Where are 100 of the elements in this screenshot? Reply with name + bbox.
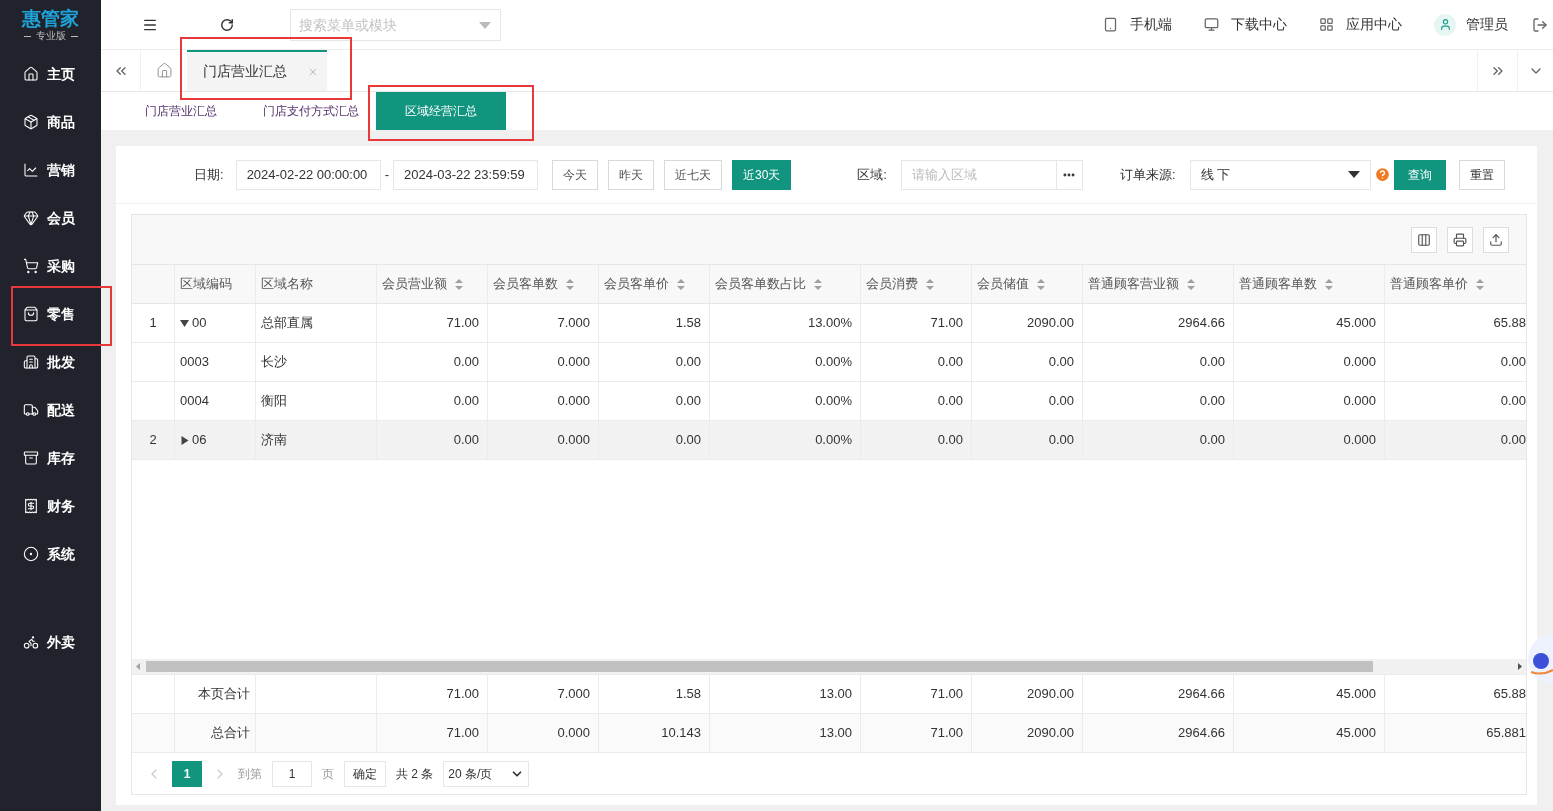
sidebar-item[interactable]: 营销 [0, 146, 101, 194]
sidebar-item[interactable]: 批发 [0, 338, 101, 386]
table-cell-text: 2090.00 [1027, 314, 1074, 333]
top-link[interactable]: 下载中心 [1204, 14, 1287, 35]
date-to-field[interactable]: 2024-03-22 23:59:59 [392, 159, 538, 190]
column-header: 会员消费 [866, 275, 918, 294]
export-icon[interactable] [1483, 226, 1509, 253]
receipt-icon [23, 498, 39, 514]
date-range-button[interactable]: 今天 [551, 159, 598, 190]
sub-tab[interactable]: 门店营业汇总 [145, 92, 217, 130]
sub-tab[interactable]: 区域经营汇总 [376, 92, 506, 130]
page-tab[interactable]: 门店营业汇总 [187, 50, 327, 91]
total-count: 共 2 条 [396, 765, 434, 783]
horizontal-scrollbar[interactable] [132, 659, 1526, 674]
date-range-button[interactable]: 近七天 [663, 159, 722, 190]
table-cell-text: 0.00 [1500, 392, 1526, 411]
table-cell-text: 0.00 [1048, 392, 1074, 411]
top-link[interactable]: 手机端 [1103, 14, 1172, 35]
table-row[interactable]: 0004 衡阳 0.00 0.000 0.00 0.00% 0.00 0.00 0.00 0.000 0.00 [132, 382, 1526, 421]
table-cell-text: 0003 [180, 353, 209, 372]
page-button[interactable]: 1 [172, 760, 202, 787]
sort-icon[interactable] [1037, 278, 1045, 290]
date-range-button[interactable]: 近30天 [731, 159, 792, 190]
page-size-select[interactable]: 20 条/页 [443, 760, 530, 787]
table-cell-text: 0.00% [815, 392, 852, 411]
table-cell-text: 10.143 [661, 724, 701, 743]
reset-button[interactable]: 重置 [1458, 159, 1505, 190]
table-cell-text: 0.00 [675, 392, 701, 411]
table-cell-text: 总部直属 [261, 314, 313, 333]
table-cell-text: 65.881 [1486, 724, 1526, 743]
table-cell-text: 71.00 [930, 724, 963, 743]
grid-icon [1319, 17, 1334, 32]
columns-icon[interactable] [1411, 226, 1437, 253]
sidebar-item[interactable]: 会员 [0, 194, 101, 242]
sidebar-item[interactable]: 采购 [0, 242, 101, 290]
date-range-button[interactable]: 昨天 [607, 159, 654, 190]
scroll-left-arrow-icon[interactable] [136, 663, 140, 670]
query-button[interactable]: 查询 [1393, 159, 1446, 190]
column-header: 会员客单数占比 [715, 275, 806, 294]
sidebar-item[interactable]: 库存 [0, 434, 101, 482]
sidebar-item[interactable]: 零售 [0, 290, 101, 338]
region-label: 区域: [857, 165, 887, 184]
logout-icon[interactable] [1532, 16, 1548, 33]
table-cell-text: 0.00 [937, 431, 963, 450]
sidebar-item[interactable]: 财务 [0, 482, 101, 530]
help-icon[interactable] [1373, 166, 1391, 183]
source-select[interactable]: 线 下 [1189, 159, 1371, 190]
caret-down-icon[interactable] [180, 318, 189, 328]
table-cell-text: 0.00 [1048, 431, 1074, 450]
sidebar-item[interactable]: 外卖 [0, 618, 101, 666]
column-header: 区域名称 [261, 275, 313, 294]
refresh-icon[interactable] [220, 17, 234, 32]
table-cell-text: 71.00 [930, 314, 963, 333]
avatar-icon[interactable] [1434, 13, 1456, 36]
confirm-button[interactable]: 确定 [344, 760, 386, 787]
table-row[interactable]: 1 00 总部直属 71.00 7.000 1.58 13.00% 71.00 2090.00 2964.66 45.000 65.88 [132, 304, 1526, 343]
print-icon[interactable] [1447, 226, 1473, 253]
sidebar-item[interactable]: 商品 [0, 98, 101, 146]
date-separator: - [384, 165, 389, 184]
table-cell-text: 0.000 [1343, 353, 1376, 372]
sidebar-item[interactable]: 系统 [0, 530, 101, 578]
sort-icon[interactable] [926, 278, 934, 290]
table-cell-text: 0.000 [557, 392, 590, 411]
table-cell-text: 65.88 [1493, 314, 1526, 333]
more-button[interactable] [1056, 159, 1083, 190]
sort-icon[interactable] [677, 278, 685, 290]
table-row[interactable]: 2 06 济南 0.00 0.000 0.00 0.00% 0.00 0.00 0.00 0.000 0.00 [132, 421, 1526, 460]
table-cell-text: 0004 [180, 392, 209, 411]
sort-icon[interactable] [566, 278, 574, 290]
table-cell-text: 2090.00 [1027, 724, 1074, 743]
sort-icon[interactable] [1476, 278, 1484, 290]
table-cell-text: 0.00 [1500, 431, 1526, 450]
table-cell-text: 45.000 [1336, 724, 1376, 743]
search-field[interactable]: 搜索菜单或模块 [290, 8, 501, 41]
sidebar-item[interactable]: 配送 [0, 386, 101, 434]
table-cell-text: 0.00 [675, 353, 701, 372]
table-cell-text: 济南 [261, 431, 287, 450]
sort-icon[interactable] [814, 278, 822, 290]
date-label: 日期: [194, 165, 224, 184]
table-cell-text: 2090.00 [1027, 685, 1074, 704]
table-cell-text: 0.00 [1199, 353, 1225, 372]
table-cell-text: 7.000 [557, 314, 590, 333]
sub-tab[interactable]: 门店支付方式汇总 [263, 92, 359, 130]
caret-right-icon[interactable] [180, 435, 189, 445]
top-link[interactable]: 应用中心 [1319, 14, 1402, 35]
sort-icon[interactable] [455, 278, 463, 290]
sidebar-item[interactable]: 主页 [0, 50, 101, 98]
circle-icon [23, 546, 39, 562]
region-field[interactable]: 请输入区域 [900, 159, 1057, 190]
caret-icon [479, 21, 491, 29]
page-input[interactable]: 1 [272, 760, 312, 787]
user-name[interactable]: 管理员 [1466, 14, 1508, 35]
sort-icon[interactable] [1187, 278, 1195, 290]
sort-icon[interactable] [1325, 278, 1333, 290]
home-icon[interactable] [155, 62, 173, 79]
row-number: 1 [149, 314, 157, 333]
table-cell-text: 00 [192, 314, 207, 333]
date-from-field[interactable]: 2024-02-22 00:00:00 [235, 159, 381, 190]
table-row[interactable]: 0003 长沙 0.00 0.000 0.00 0.00% 0.00 0.00 0.00 0.000 0.00 [132, 343, 1526, 382]
scroll-right-arrow-icon[interactable] [1518, 663, 1522, 670]
